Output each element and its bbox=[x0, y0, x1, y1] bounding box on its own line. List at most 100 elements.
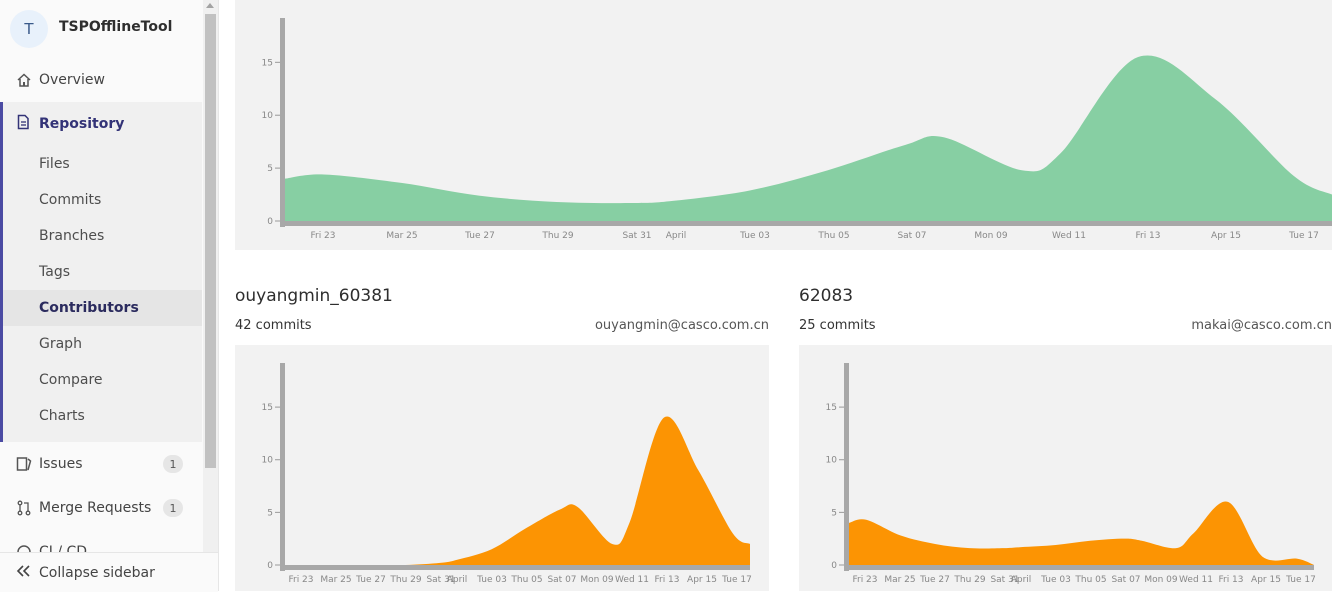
commits-area bbox=[849, 501, 1314, 565]
x-tick-label: Fri 13 bbox=[1218, 575, 1243, 585]
issues-icon bbox=[15, 455, 33, 473]
x-tick-label: Fri 23 bbox=[310, 231, 335, 241]
x-tick-label: April bbox=[447, 575, 468, 585]
y-tick-label: 10 bbox=[826, 456, 838, 466]
x-tick-label: Tue 03 bbox=[476, 575, 507, 585]
merge-requests-count-badge: 1 bbox=[163, 499, 183, 517]
x-tick-label: Fri 23 bbox=[852, 575, 877, 585]
contributor-email[interactable]: ouyangmin@casco.com.cn bbox=[469, 318, 769, 333]
x-tick-label: Sat 07 bbox=[1111, 575, 1140, 585]
y-tick-label: 0 bbox=[267, 561, 273, 571]
x-tick-label: Sat 07 bbox=[547, 575, 576, 585]
contributor-email[interactable]: makai@casco.com.cn bbox=[1032, 318, 1332, 333]
y-tick-label: 5 bbox=[267, 508, 273, 518]
nav-item-contributors[interactable]: Contributors bbox=[3, 290, 202, 326]
x-tick-label: Thu 05 bbox=[510, 575, 542, 585]
x-axis-line bbox=[280, 221, 1332, 226]
x-tick-label: Tue 27 bbox=[355, 575, 386, 585]
double-chevron-left-icon bbox=[15, 563, 31, 583]
total-commits-chart: 0 5 10 15 Fri 23 Mar 25 Tue 27 Thu 29 Sat 31 Apri… bbox=[235, 0, 1332, 250]
x-tick-label: Mar 25 bbox=[884, 575, 915, 585]
x-tick-label: Sat 07 bbox=[897, 231, 926, 241]
nav-repository-group: Repository Files Commits Branches Tags C… bbox=[0, 102, 202, 442]
x-tick-label: Tue 17 bbox=[721, 575, 752, 585]
x-tick-label: Apr 15 bbox=[1251, 575, 1281, 585]
nav-repository-label: Repository bbox=[39, 116, 125, 132]
scroll-up-arrow-icon[interactable] bbox=[206, 3, 214, 8]
x-axis-line bbox=[844, 565, 1314, 570]
x-tick-label: Tue 17 bbox=[1285, 575, 1316, 585]
project-header[interactable]: T TSPOfflineTool bbox=[0, 0, 202, 56]
x-tick-label: Thu 05 bbox=[1074, 575, 1106, 585]
contributor-name: 62083 bbox=[799, 286, 854, 306]
x-tick-label: Thu 05 bbox=[817, 231, 849, 241]
x-tick-label: Mon 09 bbox=[580, 575, 614, 585]
nav-overview-label: Overview bbox=[39, 72, 105, 88]
nav-item-branches[interactable]: Branches bbox=[3, 218, 202, 254]
nav-issues-label: Issues bbox=[39, 456, 83, 472]
x-tick-label: Mon 09 bbox=[1144, 575, 1178, 585]
y-tick-label: 5 bbox=[267, 164, 273, 174]
y-tick-label: 10 bbox=[262, 111, 274, 121]
x-tick-label: Mar 25 bbox=[386, 231, 417, 241]
x-tick-label: Wed 11 bbox=[1052, 231, 1086, 241]
x-tick-label: Mar 25 bbox=[320, 575, 351, 585]
issues-count-badge: 1 bbox=[163, 455, 183, 473]
nav-item-graph[interactable]: Graph bbox=[3, 326, 202, 362]
collapse-sidebar-button[interactable]: Collapse sidebar bbox=[0, 552, 218, 592]
x-tick-label: Wed 11 bbox=[1179, 575, 1213, 585]
nav-item-label: Contributors bbox=[39, 300, 139, 316]
contributor-name: ouyangmin_60381 bbox=[235, 286, 393, 306]
y-tick-label: 10 bbox=[262, 456, 274, 466]
y-tick-label: 15 bbox=[262, 58, 273, 68]
nav-item-charts[interactable]: Charts bbox=[3, 398, 202, 434]
nav-item-label: Files bbox=[39, 156, 70, 172]
x-tick-label: Thu 29 bbox=[541, 231, 573, 241]
collapse-sidebar-label: Collapse sidebar bbox=[39, 564, 155, 581]
x-tick-label: Tue 03 bbox=[1040, 575, 1071, 585]
project-avatar[interactable]: T bbox=[10, 10, 48, 48]
nav-item-label: Compare bbox=[39, 372, 103, 388]
contributor-chart-svg: 051015Fri 23 Mar 25 Tue 27 Thu 29 Sat 31Apri… bbox=[826, 363, 1316, 585]
y-axis-line bbox=[280, 18, 285, 227]
x-tick-label: Thu 29 bbox=[953, 575, 985, 585]
x-tick-label: Tue 17 bbox=[1288, 231, 1319, 241]
scrollbar-thumb[interactable] bbox=[205, 14, 216, 468]
commits-area bbox=[285, 55, 1332, 222]
contributor-commits: 42 commits bbox=[235, 318, 312, 333]
y-tick-label: 15 bbox=[826, 403, 837, 413]
x-tick-label: Tue 03 bbox=[739, 231, 770, 241]
nav-repository[interactable]: Repository bbox=[3, 102, 202, 146]
x-tick-label: Fri 23 bbox=[288, 575, 313, 585]
home-icon bbox=[15, 71, 33, 89]
nav-issues[interactable]: Issues 1 bbox=[0, 442, 202, 486]
contributor-chart-svg: 051015Fri 23 Mar 25 Tue 27 Thu 29 Sat 31Apri… bbox=[262, 363, 752, 585]
y-tick-label: 0 bbox=[831, 561, 837, 571]
sidebar-scrollbar[interactable] bbox=[203, 0, 218, 552]
x-tick-label: Sat 31 bbox=[622, 231, 651, 241]
x-tick-label: Wed 11 bbox=[615, 575, 649, 585]
nav-item-label: Branches bbox=[39, 228, 105, 244]
project-name[interactable]: TSPOfflineTool bbox=[59, 19, 172, 35]
x-tick-label: Thu 29 bbox=[389, 575, 421, 585]
nav-overview[interactable]: Overview bbox=[0, 58, 202, 102]
contributor-chart-ouyangmin: 0 5 10 15 Fri 23 Mar 25 Tue 27 Thu 29 Sat 31 Apri… bbox=[235, 345, 769, 591]
nav-item-label: Tags bbox=[39, 264, 70, 280]
contributor-commits: 25 commits bbox=[799, 318, 876, 333]
x-tick-label: Apr 15 bbox=[1211, 231, 1241, 241]
nav-item-label: Graph bbox=[39, 336, 82, 352]
total-commits-svg: 0 5 10 15 Fri 23 Mar 25 Tue 27 Thu 29 Sat 31 Apri… bbox=[262, 18, 1332, 241]
nav-item-compare[interactable]: Compare bbox=[3, 362, 202, 398]
x-tick-label: Fri 13 bbox=[1135, 231, 1160, 241]
x-tick-label: Fri 13 bbox=[654, 575, 679, 585]
x-axis-line bbox=[280, 565, 750, 570]
nav-merge-requests[interactable]: Merge Requests 1 bbox=[0, 486, 202, 530]
nav-item-tags[interactable]: Tags bbox=[3, 254, 202, 290]
y-tick-label: 15 bbox=[262, 403, 273, 413]
merge-request-icon bbox=[15, 499, 33, 517]
nav-item-files[interactable]: Files bbox=[3, 146, 202, 182]
nav-item-commits[interactable]: Commits bbox=[3, 182, 202, 218]
sidebar: T TSPOfflineTool Overview Repository Fil… bbox=[0, 0, 219, 592]
x-tick-label: Mon 09 bbox=[974, 231, 1008, 241]
y-tick-label: 0 bbox=[267, 217, 273, 227]
